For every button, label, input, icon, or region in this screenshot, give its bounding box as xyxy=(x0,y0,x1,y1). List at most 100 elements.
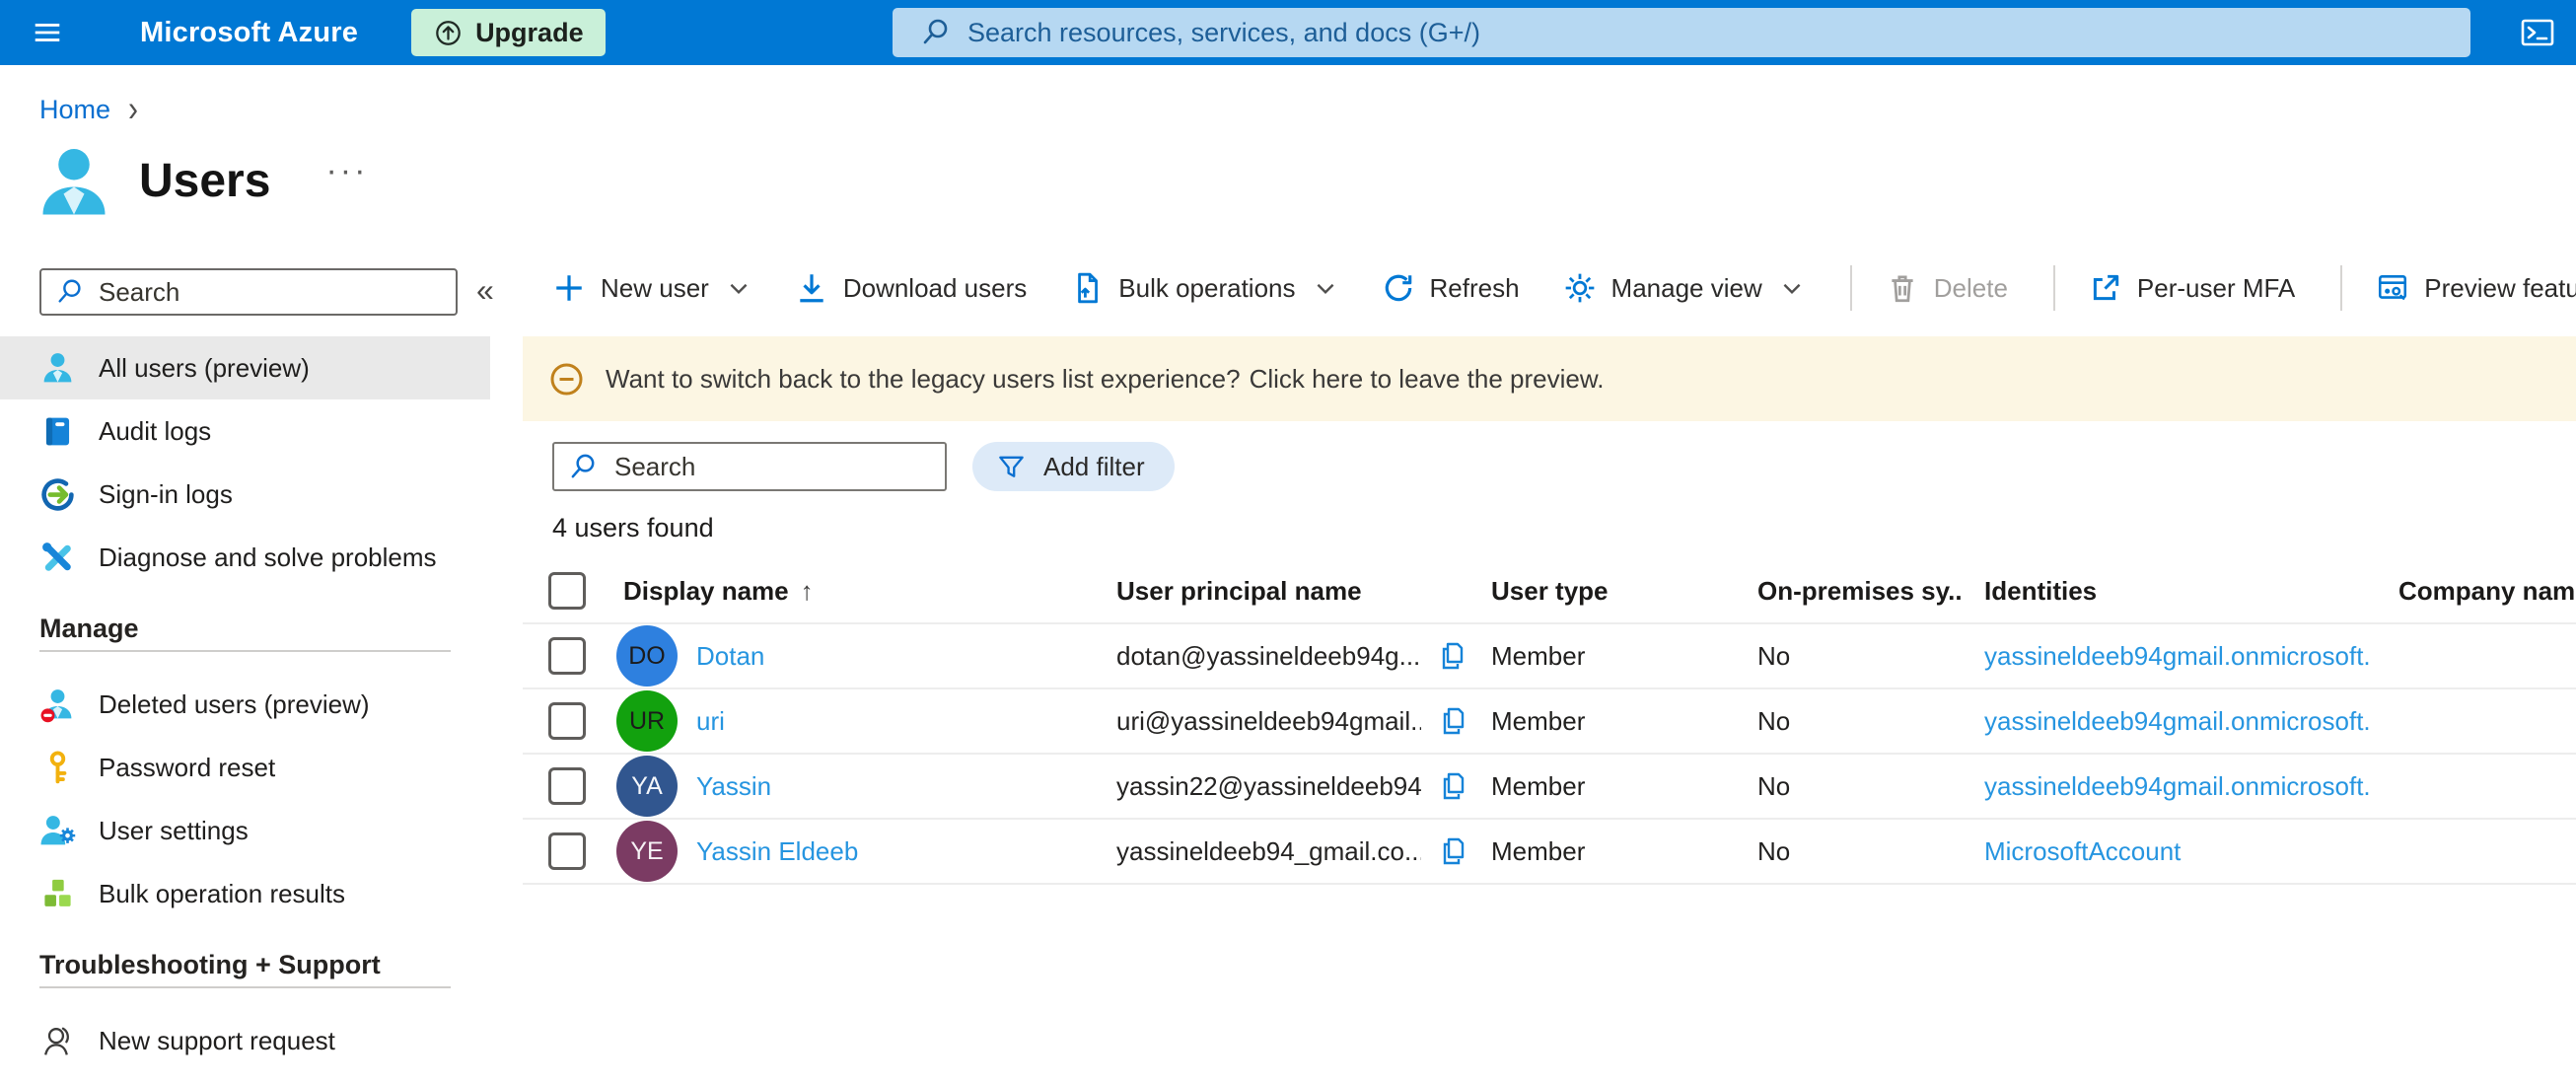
sidebar-section-support: Troubleshooting + Support xyxy=(39,949,381,979)
audit-logs-icon xyxy=(39,413,76,450)
sidebar-item[interactable]: New support request xyxy=(0,1009,490,1072)
hamburger-menu-icon[interactable] xyxy=(28,13,67,52)
toolbar-button[interactable]: Per-user MFA xyxy=(2052,258,2317,318)
toolbar-button[interactable]: Bulk operations xyxy=(1048,258,1359,318)
identity-link[interactable]: MicrosoftAccount xyxy=(1963,836,2377,867)
sidebar-search-box[interactable] xyxy=(39,268,458,316)
column-header[interactable]: Company name xyxy=(2377,576,2576,607)
copy-icon[interactable] xyxy=(1438,835,1469,867)
sidebar-search-input[interactable] xyxy=(99,276,442,308)
users-search-input[interactable] xyxy=(614,451,931,482)
banner-leave-preview-link[interactable]: Click here to leave the preview. xyxy=(1250,364,1605,395)
bulk-results-icon xyxy=(39,876,76,912)
sidebar-item-label: Diagnose and solve problems xyxy=(99,542,437,572)
sidebar-item-label: Bulk operation results xyxy=(99,878,346,908)
identity-link[interactable]: yassineldeeb94gmail.onmicrosoft. xyxy=(1963,771,2377,802)
identity-link[interactable]: yassineldeeb94gmail.onmicrosoft. xyxy=(1963,641,2377,672)
chevron-right-icon: › xyxy=(128,88,139,129)
column-header[interactable]: User principal name xyxy=(1095,576,1469,607)
toolbar-button[interactable]: Refresh xyxy=(1360,258,1541,318)
user-principal-name: dotan@yassineldeeb94g... xyxy=(1116,640,1421,671)
user-principal-name: yassin22@yassineldeeb94... xyxy=(1116,770,1421,801)
add-filter-button[interactable]: Add filter xyxy=(972,442,1175,491)
avatar: DO xyxy=(616,625,678,687)
user-name-link[interactable]: Yassin Eldeeb xyxy=(696,836,858,867)
users-table: Display name ↑ User principal name User … xyxy=(523,559,2576,885)
user-principal-name: uri@yassineldeeb94gmail.... xyxy=(1116,705,1421,736)
sidebar-item[interactable]: Diagnose and solve problems xyxy=(0,526,490,589)
copy-icon[interactable] xyxy=(1437,640,1468,672)
gear-icon xyxy=(1563,271,1597,305)
sidebar-item[interactable]: Password reset xyxy=(0,736,490,799)
toolbar-button[interactable]: Manage view xyxy=(1541,258,1826,318)
column-header[interactable]: On-premises sy... xyxy=(1736,576,1963,607)
toolbar-button-label: Delete xyxy=(1933,272,2008,303)
toolbar-button[interactable]: Download users xyxy=(773,258,1048,318)
toolbar-button[interactable]: New user xyxy=(531,258,773,318)
users-search-box[interactable] xyxy=(552,442,947,491)
user-name-link[interactable]: uri xyxy=(696,706,725,737)
user-settings-icon xyxy=(39,813,76,849)
sidebar-item[interactable]: All users (preview) xyxy=(0,336,490,399)
sidebar-nav-support: New support request xyxy=(0,1009,490,1072)
copy-icon[interactable] xyxy=(1438,705,1469,737)
upgrade-button[interactable]: Upgrade xyxy=(411,9,606,56)
breadcrumb-home-link[interactable]: Home xyxy=(39,95,110,125)
sidebar-item[interactable]: Deleted users (preview) xyxy=(0,673,490,736)
breadcrumb: Home › xyxy=(39,89,2576,129)
user-name-link[interactable]: Yassin xyxy=(696,771,771,802)
row-checkbox[interactable] xyxy=(548,767,586,805)
user-type: Member xyxy=(1491,705,1586,736)
sidebar-item[interactable]: User settings xyxy=(0,799,490,862)
toolbar-button: Delete xyxy=(1849,258,2030,318)
select-all-checkbox[interactable] xyxy=(548,572,586,610)
toolbar-button[interactable]: Preview features xyxy=(2340,258,2576,318)
all-users-icon xyxy=(39,350,76,387)
user-principal-name: yassineldeeb94_gmail.co... xyxy=(1116,835,1421,866)
toolbar-button-label: Manage view xyxy=(1610,272,1762,303)
deleted-users-icon xyxy=(39,687,76,723)
identity-link[interactable]: yassineldeeb94gmail.onmicrosoft. xyxy=(1963,706,2377,737)
row-checkbox[interactable] xyxy=(548,637,586,675)
global-search-bar[interactable] xyxy=(893,8,2470,57)
cloud-shell-icon[interactable] xyxy=(2517,13,2558,52)
column-header-label: Display name xyxy=(623,575,789,606)
row-checkbox[interactable] xyxy=(548,702,586,740)
column-header[interactable]: Identities xyxy=(1963,576,2377,607)
page-context-menu-icon[interactable]: ··· xyxy=(325,152,368,190)
column-header-label: Company name xyxy=(2398,575,2576,606)
banner-message: Want to switch back to the legacy users … xyxy=(606,363,1241,394)
toolbar-button-label: Bulk operations xyxy=(1118,272,1296,303)
toolbar-button-label: Preview features xyxy=(2424,272,2576,303)
sidebar-item[interactable]: Sign-in logs xyxy=(0,463,490,526)
on-premises-sync: No xyxy=(1757,705,1791,736)
diagnose-icon xyxy=(39,540,76,576)
user-type: Member xyxy=(1491,640,1586,671)
sidebar-item-label: User settings xyxy=(99,815,249,845)
sidebar-item[interactable]: Bulk operation results xyxy=(0,862,490,925)
collapse-sidebar-icon[interactable]: « xyxy=(476,272,494,309)
sidebar-item-label: Deleted users (preview) xyxy=(99,688,370,719)
toolbar-button-label: New user xyxy=(601,272,709,303)
sidebar-item-label: All users (preview) xyxy=(99,352,310,383)
preview-features-icon xyxy=(2376,271,2409,305)
avatar: UR xyxy=(616,690,678,752)
user-type: Member xyxy=(1491,835,1586,866)
table-body: DO Dotan dotan@yassineldeeb94g... Member… xyxy=(523,624,2576,885)
azure-top-bar: Microsoft Azure Upgrade xyxy=(0,0,2576,65)
column-header[interactable]: Display name ↑ xyxy=(602,576,1095,607)
header-checkbox-cell xyxy=(523,572,602,610)
minus-circle-icon xyxy=(548,361,585,398)
copy-icon[interactable] xyxy=(1438,770,1469,802)
column-header-label: User type xyxy=(1491,575,1609,606)
column-header[interactable]: User type xyxy=(1469,576,1736,607)
chevron-down-icon xyxy=(726,275,751,301)
sidebar-item[interactable]: Audit logs xyxy=(0,399,490,463)
refresh-icon xyxy=(1382,271,1415,305)
global-search-input[interactable] xyxy=(967,17,2455,48)
row-checkbox[interactable] xyxy=(548,832,586,870)
azure-brand-link[interactable]: Microsoft Azure xyxy=(140,17,358,49)
user-name-link[interactable]: Dotan xyxy=(696,641,764,672)
filter-funnel-icon xyxy=(996,452,1027,482)
sign-in-logs-icon xyxy=(39,476,76,513)
